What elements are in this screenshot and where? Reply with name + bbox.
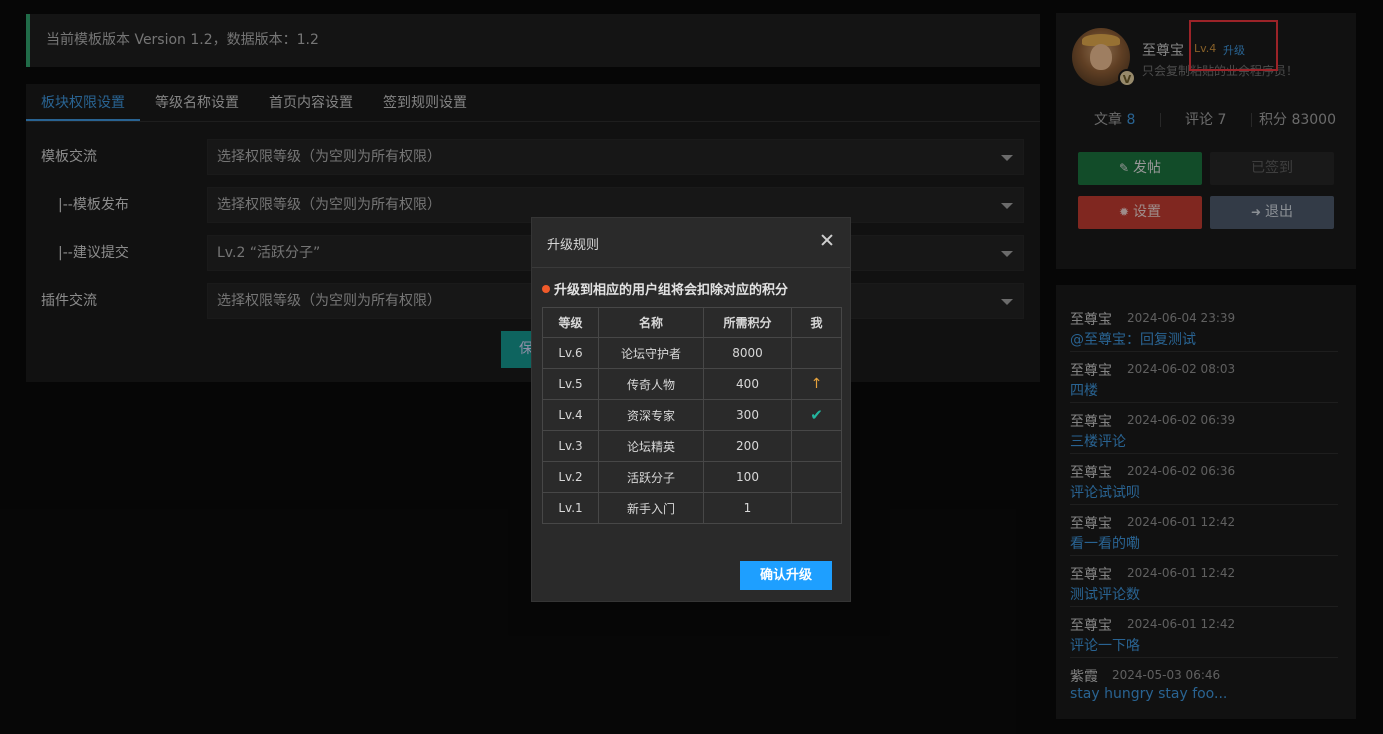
close-icon[interactable]	[819, 232, 835, 248]
points-cell: 200	[703, 430, 792, 462]
mark-cell	[791, 430, 842, 462]
mark-cell	[791, 461, 842, 493]
mark-cell	[791, 492, 842, 524]
table-row: Lv.1 新手入门 1	[542, 492, 842, 524]
name-cell: 新手入门	[598, 492, 704, 524]
name-cell: 活跃分子	[598, 461, 704, 493]
points-cell: 100	[703, 461, 792, 493]
table-header-row: 等级 名称 所需积分 我	[542, 307, 842, 338]
modal-title: 升级规则	[547, 238, 600, 253]
name-cell: 资深专家	[598, 399, 704, 431]
column-header: 所需积分	[703, 307, 792, 338]
table-row: Lv.4 资深专家 300 ✔	[542, 399, 842, 431]
points-cell: 8000	[703, 337, 792, 369]
level-cell: Lv.1	[542, 492, 599, 524]
table-row: Lv.2 活跃分子 100	[542, 461, 842, 493]
confirm-upgrade-button[interactable]: 确认升级	[740, 561, 832, 590]
level-cell: Lv.2	[542, 461, 599, 493]
name-cell: 传奇人物	[598, 368, 704, 400]
level-cell: Lv.3	[542, 430, 599, 462]
modal-note: 升级到相应的用户组将会扣除对应的积分	[542, 279, 788, 298]
modal-header: 升级规则	[532, 218, 850, 268]
name-cell: 论坛精英	[598, 430, 704, 462]
table-row: Lv.5 传奇人物 400 ↑	[542, 368, 842, 400]
points-cell: 300	[703, 399, 792, 431]
dot-icon	[542, 285, 550, 293]
mark-cell: ↑	[791, 368, 842, 400]
level-cell: Lv.5	[542, 368, 599, 400]
mark-cell	[791, 337, 842, 369]
table-row: Lv.3 论坛精英 200	[542, 430, 842, 462]
points-cell: 400	[703, 368, 792, 400]
points-cell: 1	[703, 492, 792, 524]
column-header: 我	[791, 307, 842, 338]
upgrade-rules-modal: 升级规则 升级到相应的用户组将会扣除对应的积分 等级 名称 所需积分 我 Lv.…	[531, 217, 851, 602]
name-cell: 论坛守护者	[598, 337, 704, 369]
table-row: Lv.6 论坛守护者 8000	[542, 337, 842, 369]
column-header: 名称	[598, 307, 704, 338]
level-cell: Lv.6	[542, 337, 599, 369]
mark-cell: ✔	[791, 399, 842, 431]
level-cell: Lv.4	[542, 399, 599, 431]
upgrade-rules-table: 等级 名称 所需积分 我 Lv.6 论坛守护者 8000 Lv.5 传奇人物 4…	[542, 307, 842, 524]
arrow-up-icon: ↑	[810, 376, 823, 392]
check-icon: ✔	[810, 406, 823, 424]
column-header: 等级	[542, 307, 599, 338]
